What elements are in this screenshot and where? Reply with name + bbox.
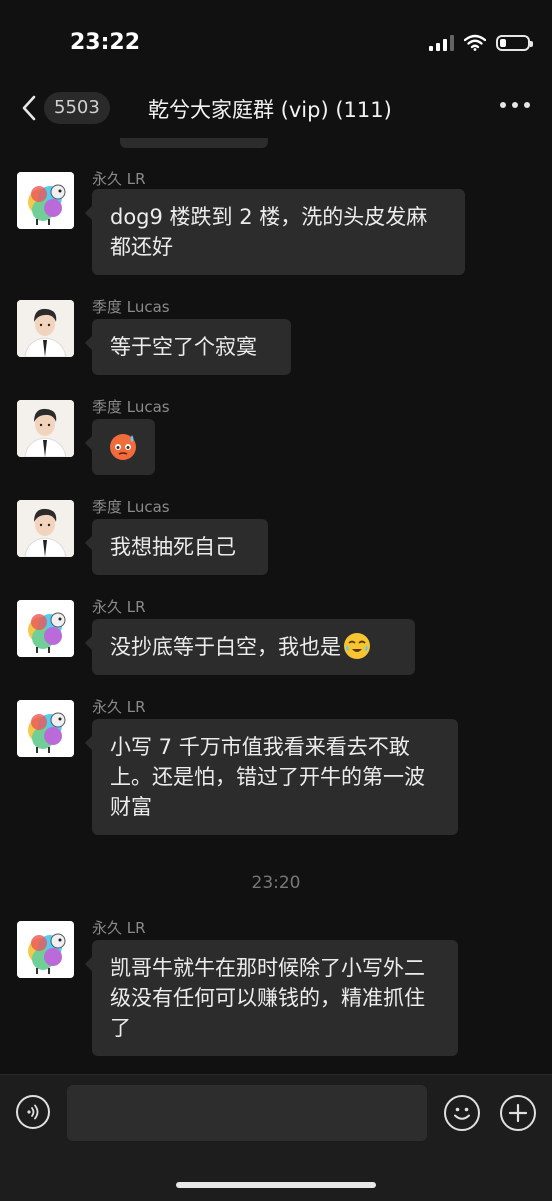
back-button[interactable] — [16, 94, 42, 122]
home-indicator[interactable] — [176, 1182, 376, 1188]
chat-message-list[interactable]: 永久 LR dog9 楼跌到 2 楼，洗的头皮发麻都还好 季度 Lucas 等于… — [0, 138, 552, 1072]
plus-icon — [508, 1103, 528, 1123]
status-icons — [429, 34, 533, 51]
anxious-sweat-emoji-icon — [110, 434, 136, 460]
man-avatar[interactable] — [17, 500, 74, 557]
sheep-avatar[interactable] — [17, 172, 74, 229]
message-text: 没抄底等于白空，我也是 — [110, 635, 341, 659]
chat-title[interactable]: 乾兮大家庭群 (vip) (111) — [148, 94, 392, 124]
sheep-avatar[interactable] — [17, 600, 74, 657]
sender-name: 永久 LR — [92, 170, 146, 188]
unread-count-badge[interactable]: 5503 — [44, 92, 110, 124]
status-bar: 23:22 — [0, 0, 552, 88]
message-bubble[interactable]: 我想抽死自己 — [85, 519, 268, 575]
emoji-message-bubble[interactable] — [85, 419, 155, 475]
chevron-left-icon — [22, 95, 36, 121]
clipped-message-bubble — [120, 138, 268, 148]
man-avatar[interactable] — [17, 400, 74, 457]
time-separator: 23:20 — [251, 873, 301, 893]
more-dot — [524, 102, 530, 108]
sender-name: 永久 LR — [92, 698, 146, 716]
smiley-face-icon — [454, 1107, 470, 1120]
more-options-button[interactable] — [500, 102, 530, 108]
more-actions-button[interactable] — [500, 1095, 536, 1131]
emoji-button[interactable] — [444, 1095, 480, 1131]
voice-wave-icon — [27, 1104, 39, 1120]
cellular-signal-icon — [429, 34, 454, 51]
message-bubble[interactable]: 小写 7 千万市值我看来看去不敢上。还是怕，错过了开牛的第一波财富 — [85, 719, 458, 835]
battery-icon — [496, 34, 533, 51]
nav-bar: 5503 乾兮大家庭群 (vip) (111) — [0, 88, 552, 128]
more-dot — [512, 102, 518, 108]
message-bubble[interactable]: dog9 楼跌到 2 楼，洗的头皮发麻都还好 — [85, 189, 465, 275]
message-bubble[interactable]: 凯哥牛就牛在那时候除了小写外二级没有任何可以赚钱的，精准抓住了 — [85, 940, 458, 1056]
sender-name: 季度 Lucas — [92, 298, 170, 316]
wifi-icon — [464, 34, 486, 51]
sheep-avatar[interactable] — [17, 700, 74, 757]
status-time: 23:22 — [70, 30, 141, 55]
voice-button[interactable] — [16, 1095, 50, 1129]
sender-name: 季度 Lucas — [92, 398, 170, 416]
message-input[interactable] — [67, 1085, 427, 1141]
man-avatar[interactable] — [17, 300, 74, 357]
crying-laugh-emoji-icon — [344, 633, 370, 659]
sender-name: 季度 Lucas — [92, 498, 170, 516]
more-dot — [500, 102, 506, 108]
sheep-avatar[interactable] — [17, 921, 74, 978]
message-bubble[interactable]: 等于空了个寂寞 — [85, 319, 291, 375]
message-bubble[interactable]: 没抄底等于白空，我也是 — [85, 619, 415, 675]
sender-name: 永久 LR — [92, 919, 146, 937]
sender-name: 永久 LR — [92, 598, 146, 616]
